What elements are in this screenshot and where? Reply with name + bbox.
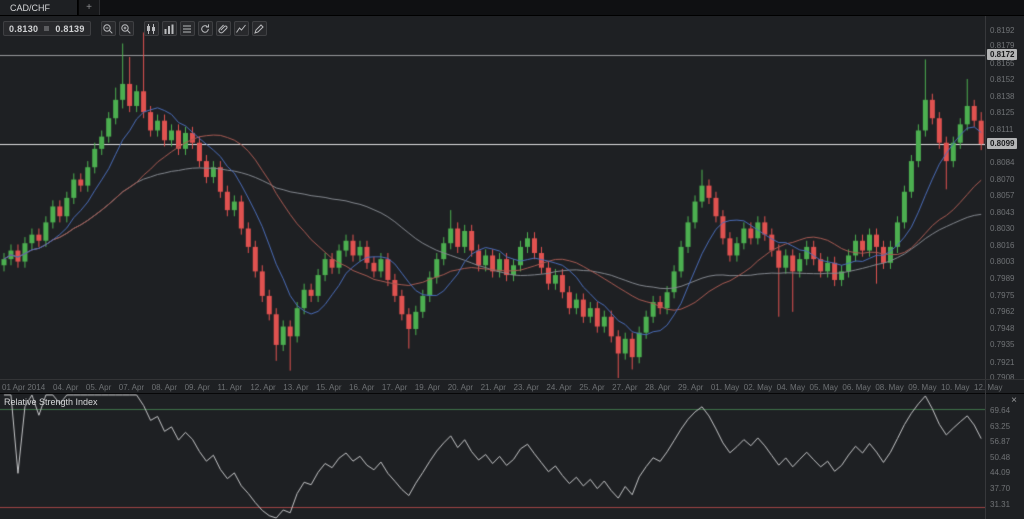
price-axis-label: 0.8192 (990, 26, 1014, 35)
time-axis-first-label: 01 Apr 2014 (2, 383, 45, 392)
time-axis-label: 10. May (941, 383, 969, 392)
time-axis-label: 23. Apr (514, 383, 539, 392)
time-axis-label: 13. Apr (283, 383, 308, 392)
price-axis-label: 0.8043 (990, 208, 1014, 217)
attach-button[interactable] (216, 21, 231, 36)
time-axis-label: 24. Apr (546, 383, 571, 392)
price-axis-label: 0.8003 (990, 257, 1014, 266)
price-axis-label: 0.7921 (990, 358, 1014, 367)
price-axis-label: 0.7948 (990, 324, 1014, 333)
time-axis-label: 04. Apr (53, 383, 78, 392)
sell-price-button[interactable]: 0.8130 (9, 24, 38, 34)
zoom-in-icon (120, 23, 132, 35)
price-axis-label: 0.7975 (990, 291, 1014, 300)
price-axis-label: 0.8057 (990, 191, 1014, 200)
menu-button[interactable] (180, 21, 195, 36)
price-line-badge[interactable]: 0.8172 (987, 49, 1017, 60)
price-axis-label: 0.8111 (990, 125, 1013, 134)
rsi-axis-label: 63.25 (990, 422, 1010, 431)
attach-icon (217, 23, 229, 35)
line-chart-icon (235, 23, 247, 35)
chart-toolbar: 0.8130 0.8139 (3, 21, 267, 36)
price-line-badge[interactable]: 0.8099 (987, 138, 1017, 149)
time-axis-label: 17. Apr (382, 383, 407, 392)
time-axis-label: 09. May (908, 383, 936, 392)
time-axis-label: 28. Apr (645, 383, 670, 392)
time-axis-label: 11. Apr (217, 383, 242, 392)
price-axis-label: 0.8138 (990, 92, 1014, 101)
time-axis-label: 29. Apr (678, 383, 703, 392)
new-tab-button[interactable]: + (78, 0, 100, 15)
time-axis-label: 08. Apr (152, 383, 177, 392)
line-chart-button[interactable] (234, 21, 249, 36)
price-axis-label: 0.8070 (990, 175, 1014, 184)
candlestick-chart-icon (145, 23, 157, 35)
time-axis-label: 08. May (875, 383, 903, 392)
time-axis-label: 20. Apr (448, 383, 473, 392)
time-axis-label: 21. Apr (481, 383, 506, 392)
price-chart-canvas[interactable] (0, 17, 986, 379)
edit-icon (253, 23, 265, 35)
time-axis-label: 12. May (974, 383, 1002, 392)
candlestick-chart-button[interactable] (144, 21, 159, 36)
time-axis-label: 09. Apr (185, 383, 210, 392)
chart-tab-bar: CAD/CHF + (0, 0, 1024, 16)
zoom-button-group (101, 21, 134, 36)
refresh-icon (199, 23, 211, 35)
time-axis-label: 19. Apr (415, 383, 440, 392)
tab-cadchf[interactable]: CAD/CHF (0, 0, 78, 15)
time-axis-label: 06. May (842, 383, 870, 392)
time-axis-label: 15. Apr (316, 383, 341, 392)
price-axis-label: 0.8125 (990, 108, 1014, 117)
time-axis-label: 05. May (810, 383, 838, 392)
refresh-button[interactable] (198, 21, 213, 36)
spread-separator (44, 26, 49, 31)
rsi-indicator-title: Relative Strength Index (4, 397, 98, 407)
rsi-axis-label: 44.09 (990, 468, 1010, 477)
tab-bar-filler (100, 0, 1024, 15)
price-axis-label: 0.8165 (990, 59, 1014, 68)
time-axis-label: 02. May (744, 383, 772, 392)
rsi-pane: Relative Strength Index × (0, 393, 1024, 519)
chart-tools-group (144, 21, 267, 36)
rsi-axis-label: 50.48 (990, 453, 1010, 462)
time-axis-label: 16. Apr (349, 383, 374, 392)
time-axis-label: 01. May (711, 383, 739, 392)
zoom-in-button[interactable] (119, 21, 134, 36)
price-axis-label: 0.7989 (990, 274, 1014, 283)
zoom-out-icon (102, 23, 114, 35)
zoom-out-button[interactable] (101, 21, 116, 36)
buy-price-button[interactable]: 0.8139 (55, 24, 84, 34)
rsi-close-icon[interactable]: × (1008, 395, 1020, 406)
trading-app-window: CAD/CHF + 0.8130 0.8139 0.81920.81790.81… (0, 0, 1024, 519)
rsi-axis-label: 37.70 (990, 484, 1010, 493)
bar-chart-button[interactable] (162, 21, 177, 36)
edit-button[interactable] (252, 21, 267, 36)
time-axis[interactable]: 01 Apr 2014 04. Apr 05. Apr 07. Apr 08. Apr 0… (0, 379, 1024, 393)
price-axis-label: 0.8152 (990, 75, 1014, 84)
axis-separator (985, 16, 986, 519)
price-axis-label: 0.7935 (990, 340, 1014, 349)
bar-chart-icon (163, 23, 175, 35)
time-axis-label: 07. Apr (119, 383, 144, 392)
menu-icon (181, 23, 193, 35)
rsi-axis-label: 56.87 (990, 437, 1010, 446)
time-axis-label: 04. May (777, 383, 805, 392)
quote-panel: 0.8130 0.8139 (3, 21, 91, 36)
price-axis-label: 0.7962 (990, 307, 1014, 316)
time-axis-label: 25. Apr (579, 383, 604, 392)
rsi-axis-label: 31.31 (990, 500, 1010, 509)
time-axis-label: 12. Apr (250, 383, 275, 392)
price-axis-label: 0.8016 (990, 241, 1014, 250)
time-axis-label: 05. Apr (86, 383, 111, 392)
price-axis-label: 0.8084 (990, 158, 1014, 167)
price-axis-label: 0.8030 (990, 224, 1014, 233)
rsi-axis-label: 69.64 (990, 406, 1010, 415)
time-axis-label: 27. Apr (612, 383, 637, 392)
